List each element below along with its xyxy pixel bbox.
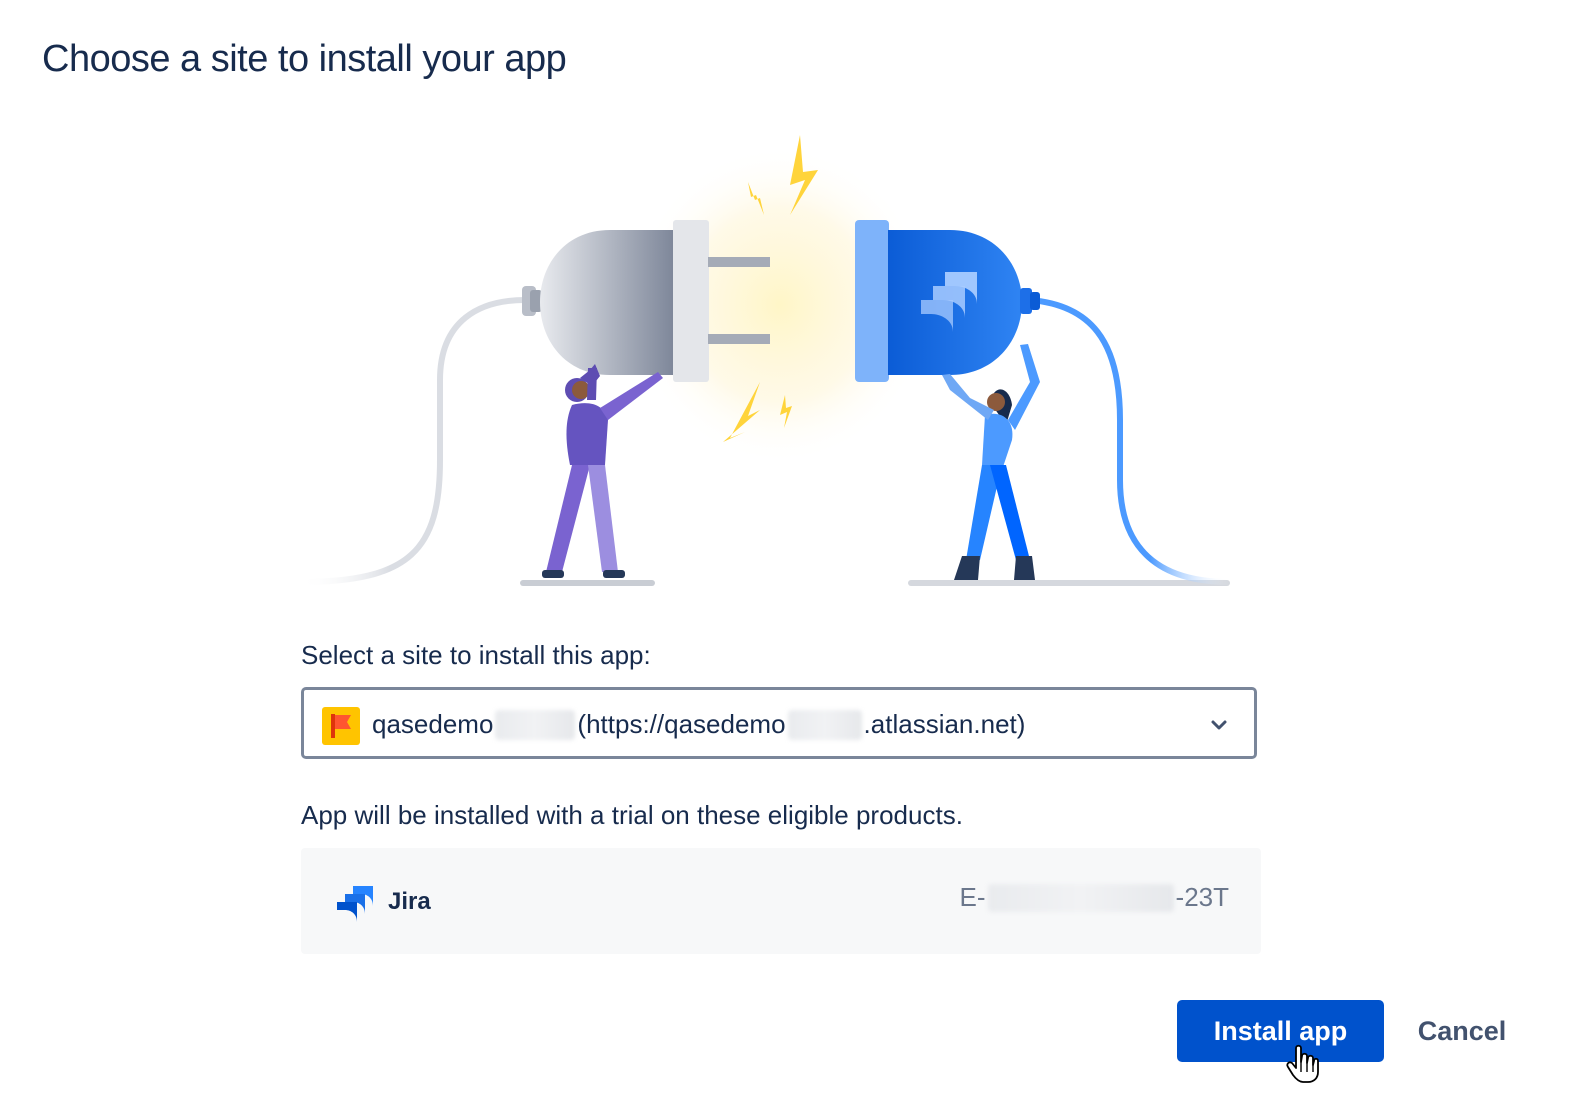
redacted-text <box>495 709 576 740</box>
site-select-value: qasedemo (https://qasedemo .atlassian.ne… <box>372 709 1025 740</box>
hand-cursor-icon <box>1286 1044 1319 1083</box>
cancel-button[interactable]: Cancel <box>1404 1000 1520 1062</box>
eligible-products-label: App will be installed with a trial on th… <box>301 800 963 830</box>
license-suffix: -23T <box>1175 882 1229 912</box>
jira-icon <box>337 886 373 922</box>
chevron-down-icon <box>1211 720 1227 730</box>
product-name: Jira <box>388 888 431 915</box>
left-person <box>542 364 663 578</box>
blue-cable <box>1029 297 1231 585</box>
site-select-dropdown[interactable]: qasedemo (https://qasedemo .atlassian.ne… <box>301 687 1257 759</box>
site-name: qasedemo <box>372 709 494 739</box>
site-url-start: (https://qasedemo <box>577 709 786 739</box>
site-select-label: Select a site to install this app: <box>301 640 651 670</box>
redacted-text <box>987 883 1174 912</box>
install-app-button[interactable]: Install app <box>1177 1000 1384 1062</box>
license-key: E- -23T <box>960 882 1229 913</box>
right-person <box>942 344 1040 580</box>
redacted-text <box>787 709 862 740</box>
jira-plug <box>855 220 1040 382</box>
product-list-item: Jira E- -23T <box>301 848 1261 954</box>
plug-illustration <box>299 135 1231 586</box>
license-prefix: E- <box>959 882 986 912</box>
site-url-end: .atlassian.net) <box>863 709 1026 739</box>
ground-right <box>908 580 1230 586</box>
ground-left <box>520 580 655 586</box>
page-title: Choose a site to install your app <box>42 38 567 80</box>
gray-cable <box>299 297 526 585</box>
site-flag-icon <box>322 707 360 745</box>
